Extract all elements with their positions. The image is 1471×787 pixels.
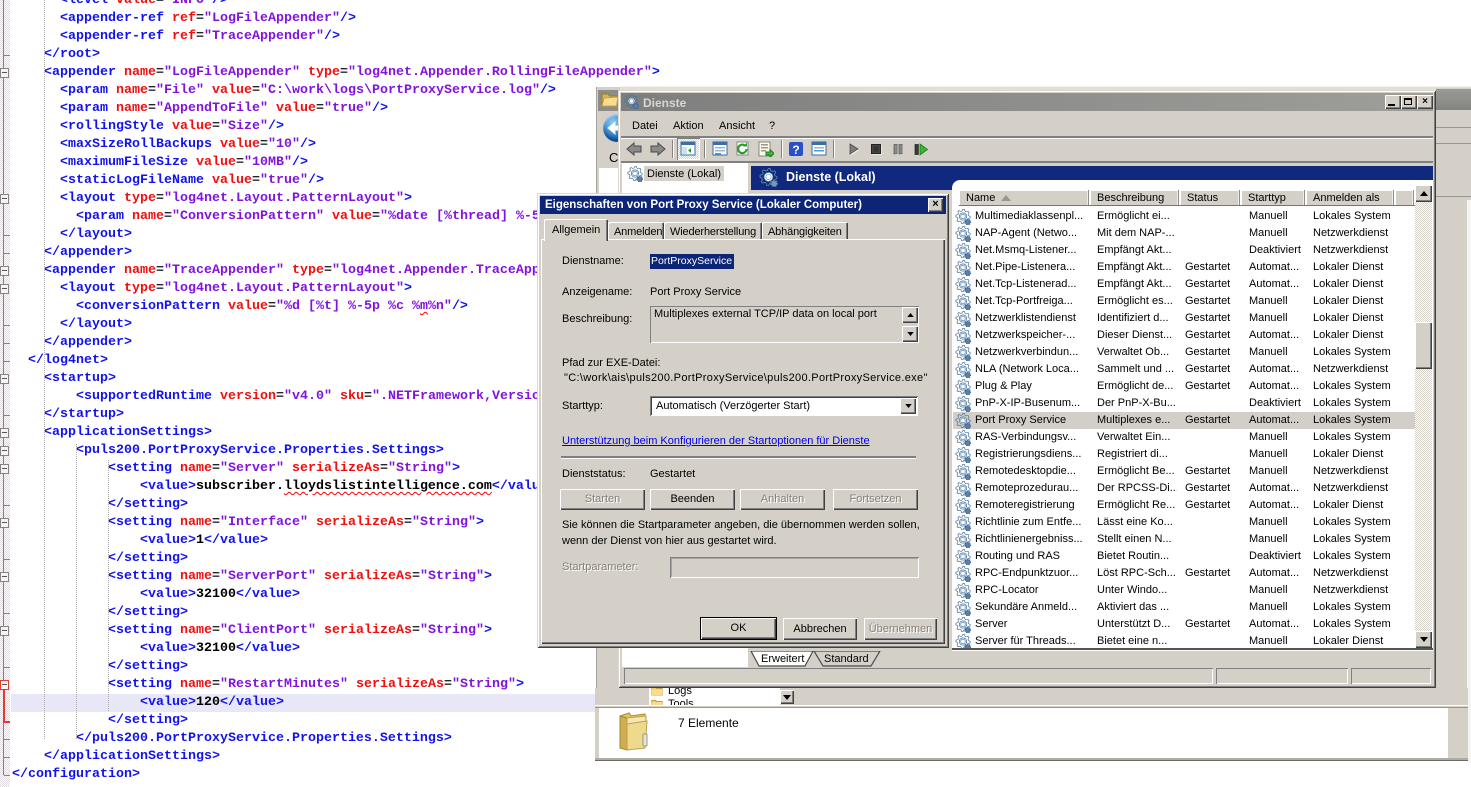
- svg-text:?: ?: [792, 143, 799, 157]
